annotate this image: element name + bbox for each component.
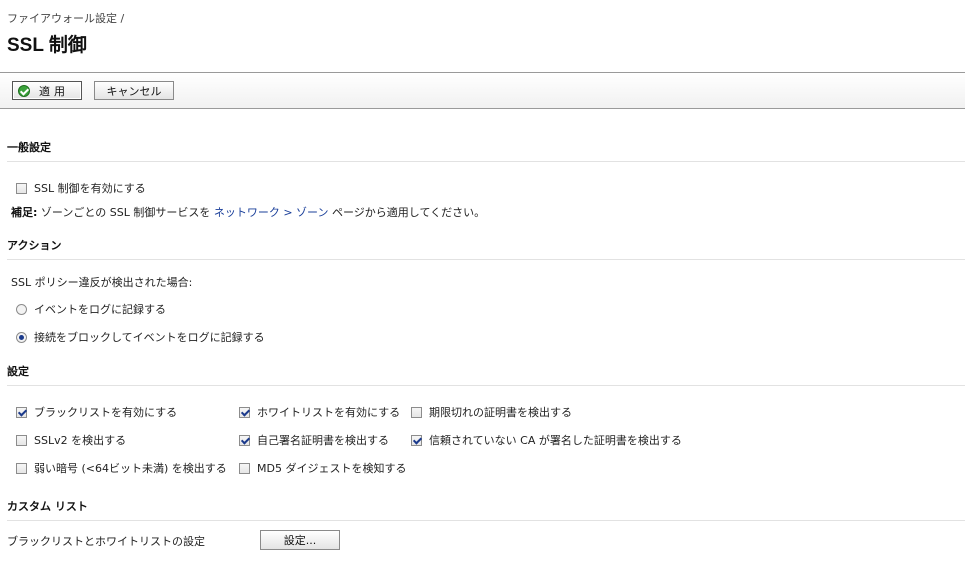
section-custom-list-heading: カスタム リスト [7,498,965,521]
network-zone-link[interactable]: ネットワーク > ゾーン [214,206,329,219]
md5-row: MD5 ダイジェストを検知する [239,460,406,476]
detect-weak-cipher-label: 弱い暗号 (<64ビット未満) を検出する [34,462,227,475]
whitelist-row: ホワイトリストを有効にする [239,404,400,420]
note-text-part1: ゾーンごとの SSL 制御サービスを [37,206,214,219]
detect-expired-cert-checkbox[interactable] [411,406,422,418]
list-settings-button[interactable]: 設定... [260,530,340,550]
enable-ssl-control-label: SSL 制御を有効にする [34,182,146,195]
untrusted-ca-row: 信頼されていない CA が署名した証明書を検出する [411,432,682,448]
radio-row-block: 接続をブロックしてイベントをログに記録する [16,329,265,345]
enable-ssl-control-checkbox[interactable] [16,182,27,194]
block-and-log-label: 接続をブロックしてイベントをログに記録する [34,331,265,344]
self-signed-row: 自己署名証明書を検出する [239,432,389,448]
log-event-label: イベントをログに記録する [34,303,166,316]
log-event-radio[interactable] [16,303,27,315]
detect-sslv2-checkbox[interactable] [16,434,27,446]
sslv2-row: SSLv2 を検出する [16,432,126,448]
detect-md5-label: MD5 ダイジェストを検知する [257,462,407,475]
section-settings-heading: 設定 [7,363,965,386]
weak-cipher-row: 弱い暗号 (<64ビット未満) を検出する [16,460,227,476]
list-settings-label: ブラックリストとホワイトリストの設定 [7,535,205,548]
radio-row-log: イベントをログに記録する [16,301,166,317]
note-text: 補足: ゾーンごとの SSL 制御サービスを ネットワーク > ゾーン ページか… [11,204,485,220]
block-and-log-radio[interactable] [16,331,27,343]
enable-blacklist-checkbox[interactable] [16,406,27,418]
blacklist-row: ブラックリストを有効にする [16,404,177,420]
detect-untrusted-ca-label: 信頼されていない CA が署名した証明書を検出する [429,434,682,447]
apply-button-label: 適用 [39,84,69,98]
detect-untrusted-ca-checkbox[interactable] [411,434,422,446]
detect-self-signed-checkbox[interactable] [239,434,250,446]
expired-cert-row: 期限切れの証明書を検出する [411,404,572,420]
cancel-button[interactable]: キャンセル [94,81,174,100]
note-text-part2: ページから適用してください。 [328,206,486,219]
violation-intro: SSL ポリシー違反が検出された場合: [11,276,193,289]
detect-weak-cipher-checkbox[interactable] [16,462,27,474]
section-general-heading: 一般設定 [7,139,965,162]
section-action-heading: アクション [7,237,965,260]
detect-sslv2-label: SSLv2 を検出する [34,434,127,447]
enable-ssl-control-row: SSL 制御を有効にする [16,180,146,196]
check-circle-icon [18,85,30,97]
apply-button[interactable]: 適用 [12,81,82,100]
enable-blacklist-label: ブラックリストを有効にする [34,406,178,419]
enable-whitelist-checkbox[interactable] [239,406,250,418]
toolbar: 適用 キャンセル [0,72,965,109]
detect-self-signed-label: 自己署名証明書を検出する [257,434,389,447]
breadcrumb: ファイアウォール設定 / [7,12,125,25]
note-prefix: 補足: [11,206,38,219]
detect-expired-cert-label: 期限切れの証明書を検出する [429,406,572,419]
enable-whitelist-label: ホワイトリストを有効にする [257,406,401,419]
page-title: SSL 制御 [7,35,87,56]
detect-md5-checkbox[interactable] [239,462,250,474]
